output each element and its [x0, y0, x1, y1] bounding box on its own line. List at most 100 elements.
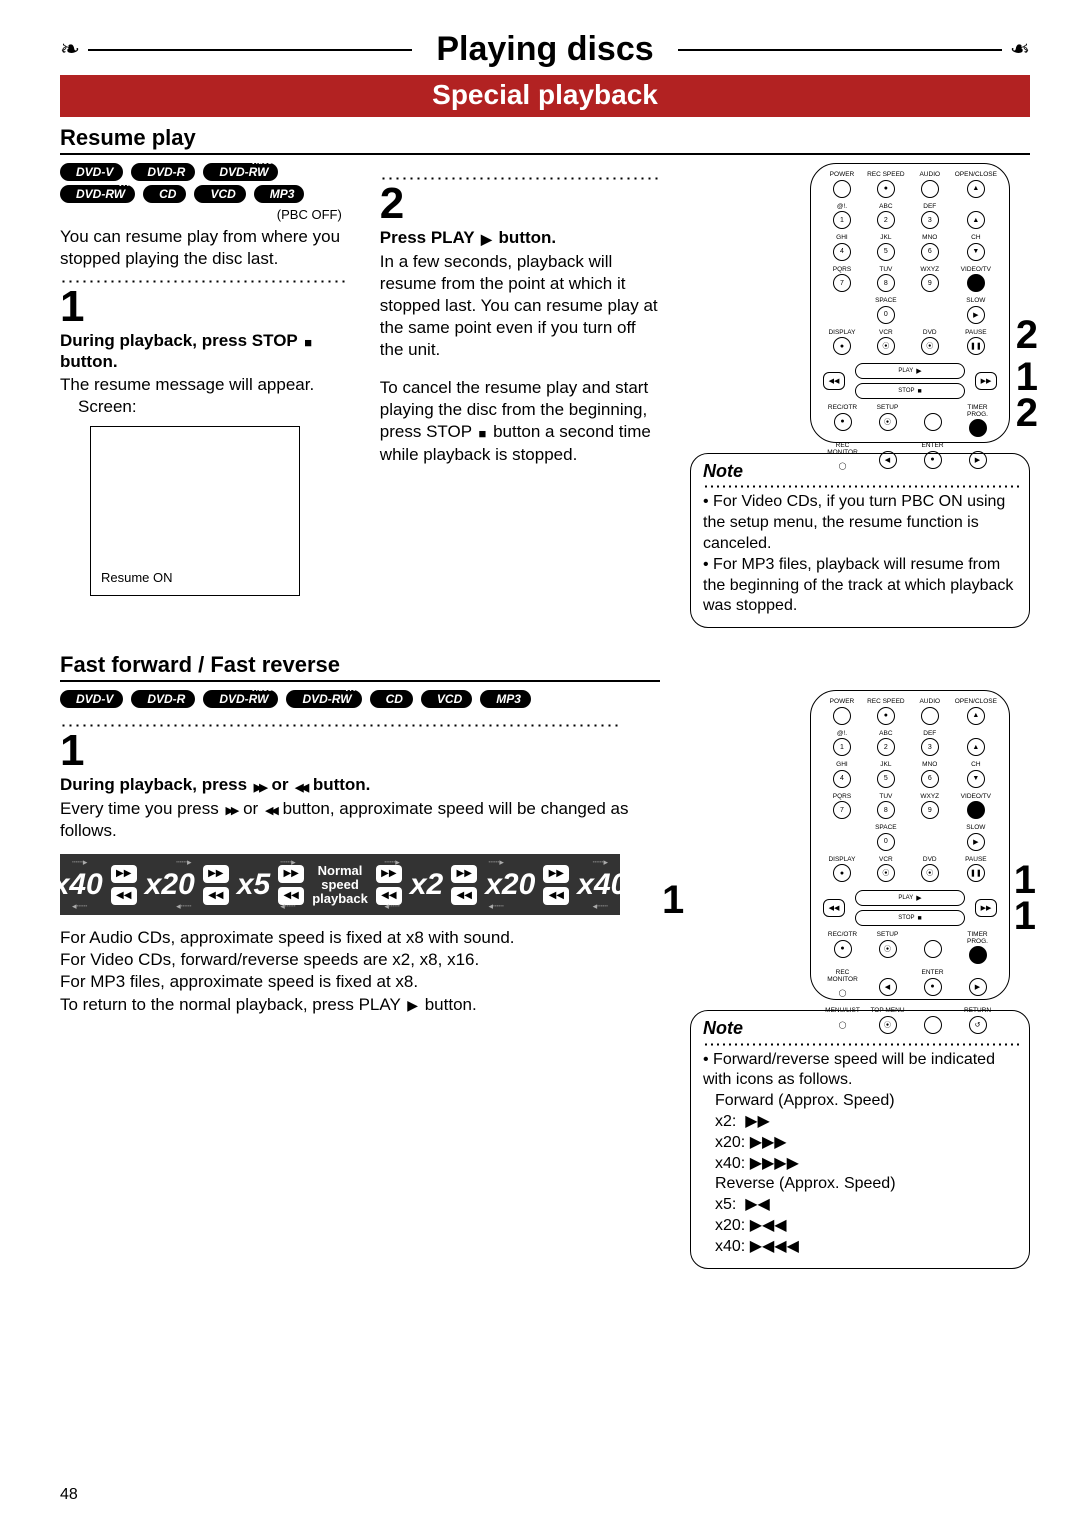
- note-item-text: For MP3 files, playback will resume from…: [703, 556, 1013, 615]
- remote-label: PAUSE: [965, 330, 987, 337]
- remote-button: ⦿: [879, 413, 897, 431]
- remote-button: ▲: [967, 707, 985, 725]
- remote-button: 2: [877, 211, 895, 229]
- remote-label: WXYZ: [920, 267, 939, 274]
- remote-button: 8: [877, 801, 895, 819]
- remote-stop-label: STOP: [898, 915, 914, 921]
- remote-label: DVD: [923, 330, 937, 337]
- remote-label: PQRS: [833, 267, 851, 274]
- remote-button: 4: [833, 770, 851, 788]
- remote-button: 3: [921, 738, 939, 756]
- note-rev-x5: x5:: [715, 1196, 736, 1213]
- speed-val: x20: [145, 868, 195, 902]
- disc-badge: DVD-V: [60, 163, 123, 181]
- page-number: 48: [60, 1486, 78, 1504]
- remote-label: GHI: [836, 235, 848, 242]
- remote-button: 4: [833, 243, 851, 261]
- remote-button: [924, 413, 942, 431]
- page-subtitle: Special playback: [60, 75, 1030, 117]
- ffr-after-2: For Video CDs, forward/reverse speeds ar…: [60, 949, 660, 971]
- remote-label: DISPLAY: [828, 857, 855, 864]
- ffr-step1-body: Every time you press or button, approxim…: [60, 798, 660, 843]
- remote-label: MENU/LIST: [825, 1008, 860, 1015]
- note-intro: • Forward/reverse speed will be indicate…: [703, 1050, 1019, 1092]
- remote-button: [833, 180, 851, 198]
- step1-heading-a: During playback, press STOP: [60, 331, 297, 350]
- stop-icon: [478, 422, 486, 444]
- remote-label: ENTER: [921, 970, 943, 977]
- note-fwd-header: Forward (Approx. Speed): [715, 1091, 1019, 1112]
- remote-button: 6: [921, 243, 939, 261]
- ffr-body-a: Every time you press: [60, 799, 223, 818]
- remote-button: 9: [921, 801, 939, 819]
- remote-wrap: POWER REC SPEED● AUDIO OPEN/CLOSE▲ @!.1 …: [690, 690, 1030, 1000]
- remote-label: JKL: [880, 762, 891, 769]
- ffr-step1-c: button.: [308, 775, 370, 794]
- remote-button: 0: [877, 306, 895, 324]
- remote-button: ▼: [967, 243, 985, 261]
- remote-forward-button: ▶▶: [975, 372, 997, 390]
- remote-label: SPACE: [875, 298, 897, 305]
- note-intro-text: Forward/reverse speed will be indicated …: [703, 1051, 995, 1089]
- remote-label: SETUP: [877, 932, 899, 939]
- remote-forward-button: ▶▶: [975, 899, 997, 917]
- remote-button: ▲: [967, 211, 985, 229]
- disc-badge: DVD-RW: [203, 690, 278, 708]
- remote-button: ⦿: [877, 864, 895, 882]
- disc-badge: CD: [370, 690, 413, 708]
- remote-button: ◀: [879, 451, 897, 469]
- remote-label: SLOW: [966, 825, 985, 832]
- remote-label: AUDIO: [919, 699, 940, 706]
- remote-button: 7: [833, 274, 851, 292]
- remote-button: ↺: [969, 1016, 987, 1034]
- remote-button: ●: [834, 940, 852, 958]
- note-fwd-x20: x20:: [715, 1134, 745, 1151]
- remote-label: ABC: [879, 204, 892, 211]
- remote-button: ◯: [834, 984, 852, 1002]
- remote-label: JKL: [880, 235, 891, 242]
- remote-label: DEF: [923, 204, 936, 211]
- ornament-right: ❧: [1002, 36, 1030, 64]
- remote-button: ▲: [967, 180, 985, 198]
- remote-button: 7: [833, 801, 851, 819]
- resume-col-right: POWER REC SPEED● AUDIO OPEN/CLOSE▲ @!.1 …: [690, 163, 1030, 628]
- remote-button: [921, 180, 939, 198]
- remote-button: 1: [833, 738, 851, 756]
- resume-on-text: Resume ON: [101, 570, 173, 585]
- remote-label: REC/OTR: [828, 405, 857, 412]
- remote-button: 8: [877, 274, 895, 292]
- callout-number: 1: [662, 878, 684, 923]
- callout-number: 1: [1014, 894, 1036, 939]
- callout-number: 2: [1016, 391, 1038, 436]
- remote-button: [969, 946, 987, 964]
- disc-badge: DVD-R: [131, 690, 195, 708]
- remote-button: ⦿: [921, 864, 939, 882]
- remote-label: MNO: [922, 762, 937, 769]
- disc-badge: DVD-RW: [60, 185, 135, 203]
- remote-button: [833, 707, 851, 725]
- remote-label: OPEN/CLOSE: [955, 172, 997, 179]
- step2-heading: Press PLAY button.: [380, 228, 658, 249]
- speed-val: x40: [577, 868, 627, 902]
- speed-val: x40: [53, 868, 103, 902]
- remote-rewind-button: ◀◀: [823, 372, 845, 390]
- note-fwd-line: x20: ▶▶▶: [715, 1133, 1019, 1154]
- remote-label: SLOW: [966, 298, 985, 305]
- remote-play-label: PLAY: [898, 895, 913, 901]
- remote-label: VCR: [879, 857, 893, 864]
- resume-heading: Resume play: [60, 125, 1030, 155]
- ffr-return-b: button.: [420, 995, 477, 1014]
- remote-label: VIDEO/TV: [961, 267, 991, 274]
- remote-label: AUDIO: [919, 172, 940, 179]
- step-number: 1: [60, 285, 348, 329]
- step-number: 1: [60, 729, 660, 773]
- stop-icon: [304, 332, 312, 352]
- remote-button: ●: [834, 413, 852, 431]
- remote-button: ⦿: [879, 1016, 897, 1034]
- resume-col-left: DVD-V DVD-R DVD-RW DVD-RW CD VCD MP3 (PB…: [60, 163, 348, 628]
- screen-label: Screen:: [78, 396, 348, 418]
- resume-intro: You can resume play from where you stopp…: [60, 226, 348, 270]
- ffr-section: Fast forward / Fast reverse DVD-V DVD-R …: [60, 652, 1030, 1268]
- remote-button: ❚❚: [967, 337, 985, 355]
- remote-rewind-button: ◀◀: [823, 899, 845, 917]
